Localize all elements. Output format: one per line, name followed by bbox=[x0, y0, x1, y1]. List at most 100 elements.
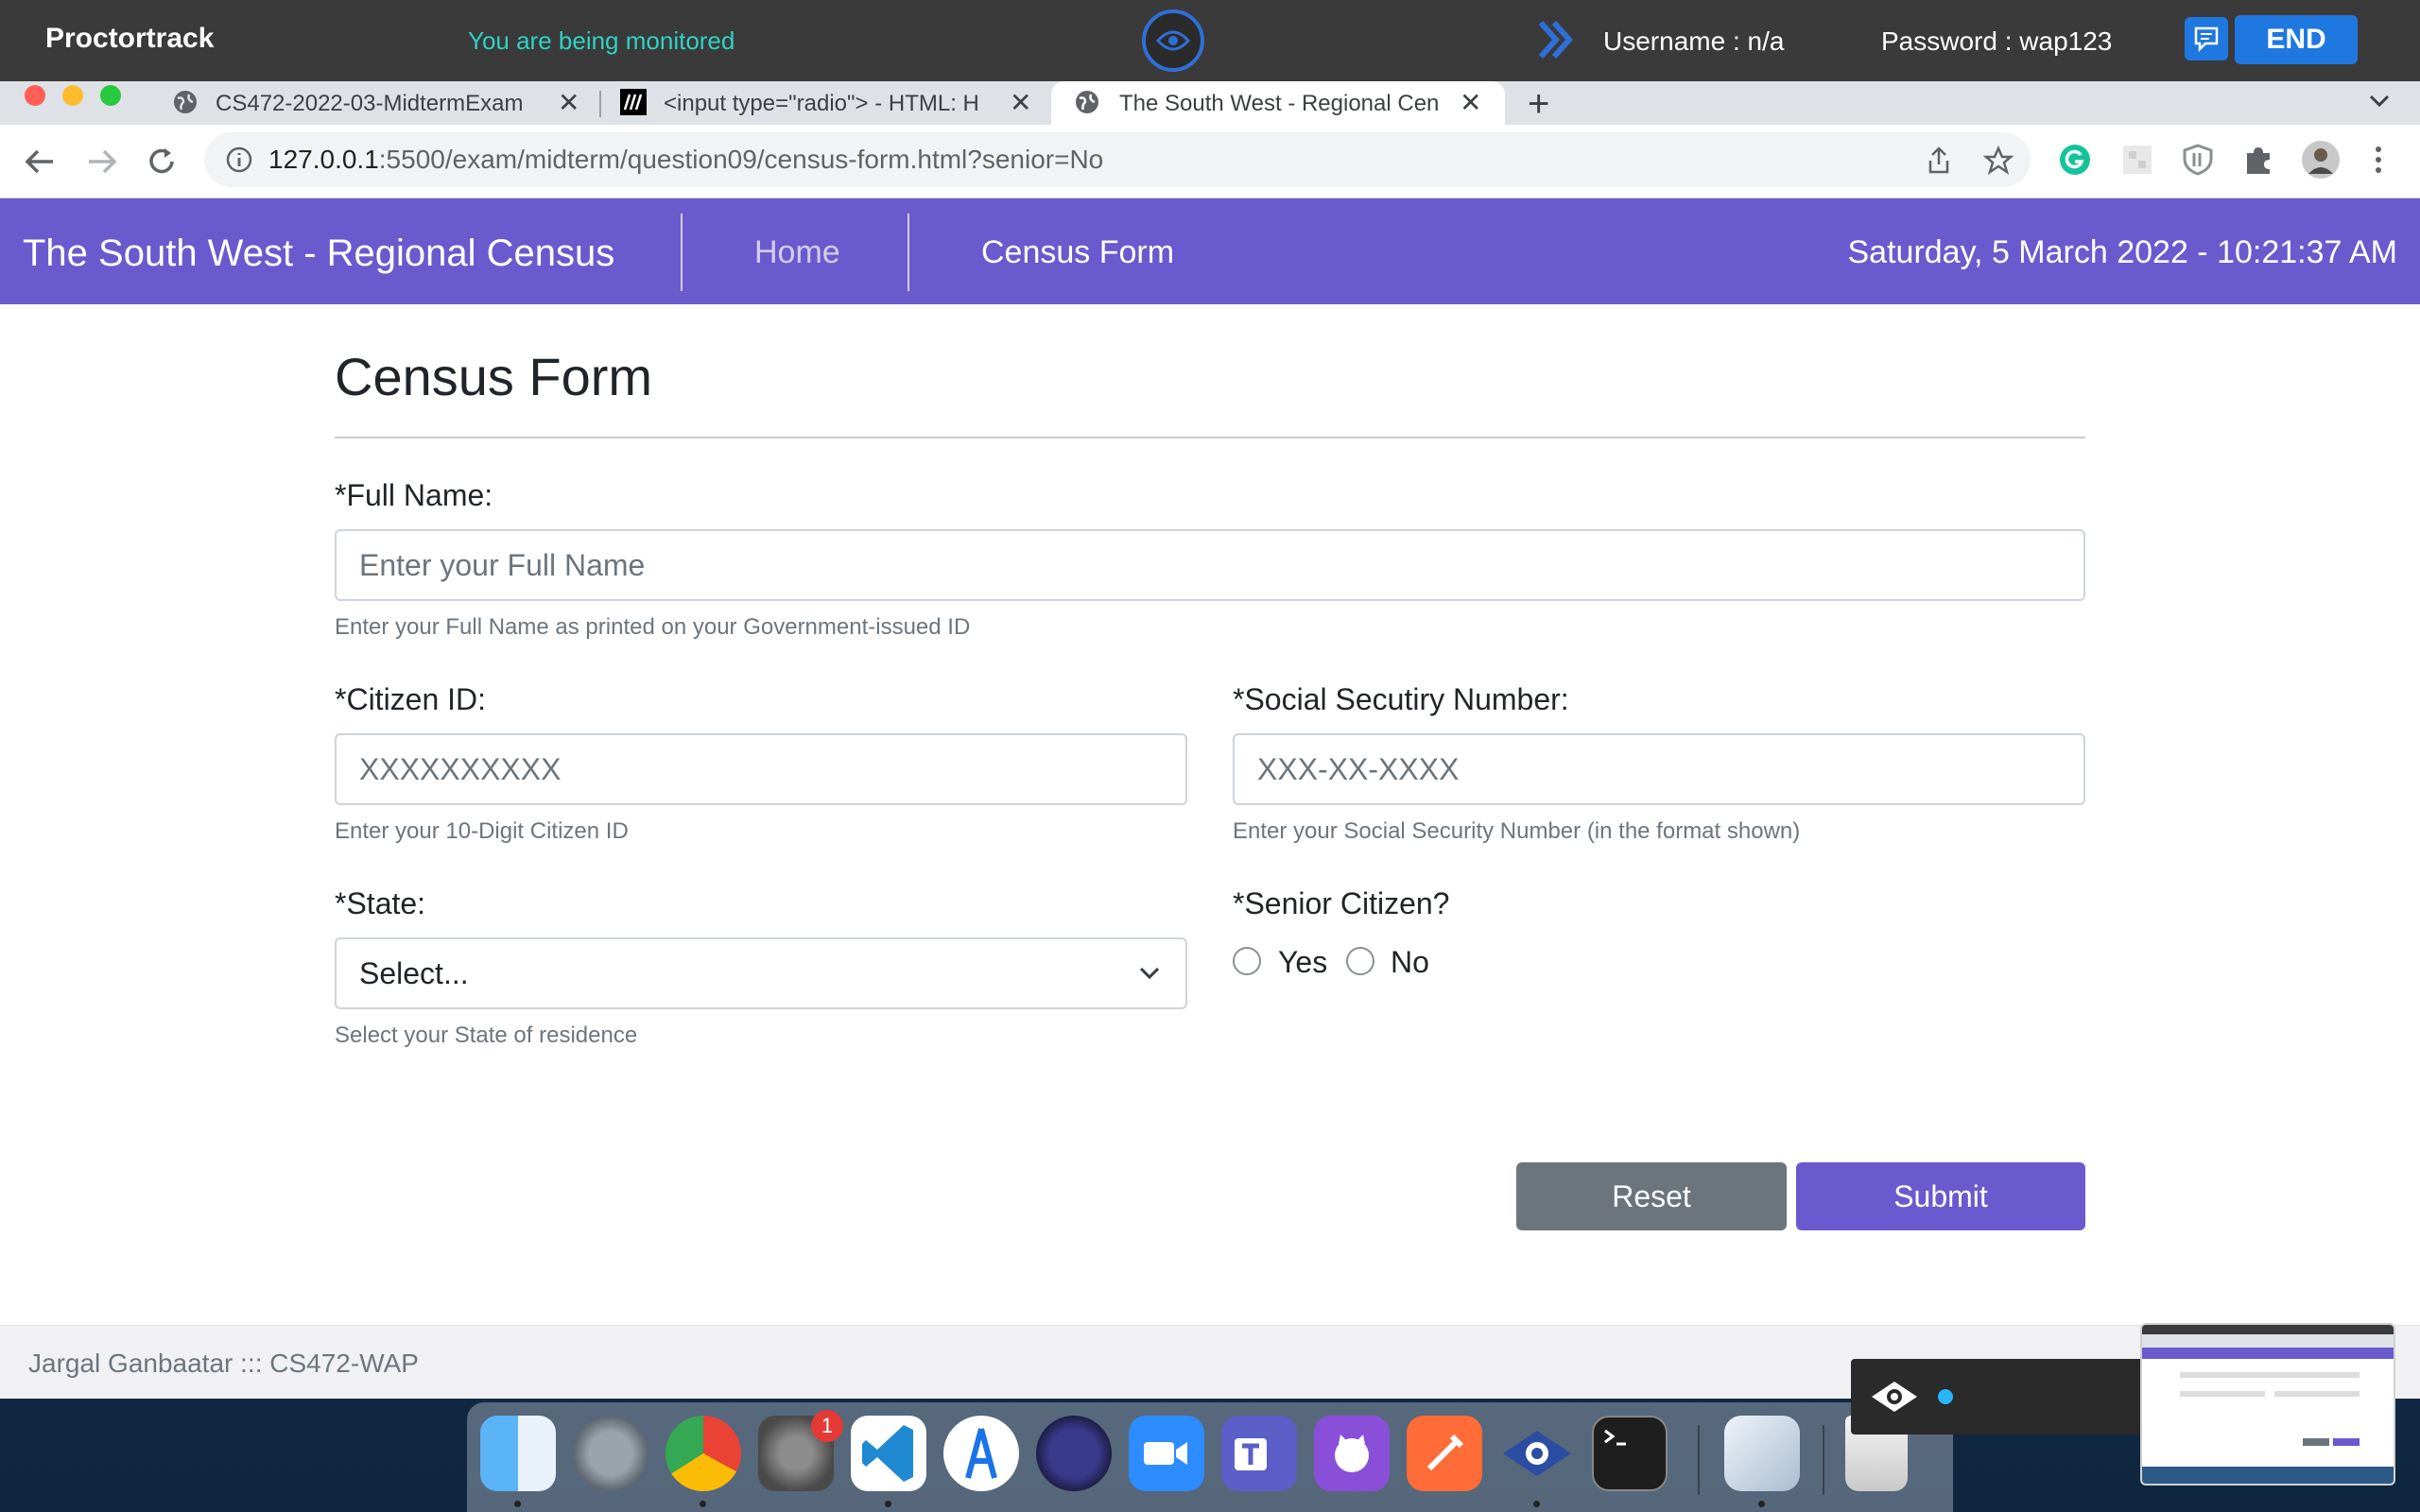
zoom-icon[interactable] bbox=[1129, 1416, 1204, 1491]
proctortrack-brand: Proctortrack bbox=[45, 23, 215, 54]
android-studio-logo-icon bbox=[965, 1428, 997, 1479]
thumbnail-field bbox=[2180, 1391, 2265, 1397]
zoom-window-button[interactable] bbox=[100, 85, 121, 106]
tab-strip: CS472-2022-03-MidtermExam ✕ <input type=… bbox=[0, 81, 2420, 125]
running-indicator bbox=[1533, 1501, 1540, 1507]
chevron-down-icon bbox=[1139, 967, 1160, 980]
site-title[interactable]: The South West - Regional Census bbox=[23, 232, 614, 275]
chrome-icon[interactable] bbox=[666, 1416, 741, 1491]
new-tab-button[interactable]: + bbox=[1528, 83, 1549, 126]
eclipse-icon[interactable] bbox=[1036, 1416, 1112, 1491]
senior-no-label[interactable]: No bbox=[1391, 945, 1429, 980]
thumbnail-browser-chrome bbox=[2142, 1334, 2394, 1348]
citizen-id-label: *Citizen ID: bbox=[335, 682, 487, 716]
launchpad-icon[interactable] bbox=[573, 1416, 648, 1491]
running-indicator bbox=[514, 1501, 521, 1507]
back-icon[interactable] bbox=[23, 146, 57, 178]
grammarly-icon[interactable] bbox=[2059, 144, 2091, 176]
nav-divider bbox=[908, 214, 909, 291]
thumbnail-field bbox=[2274, 1391, 2360, 1397]
forward-icon[interactable] bbox=[85, 146, 119, 178]
senior-yes-label[interactable]: Yes bbox=[1278, 945, 1327, 980]
reset-button[interactable]: Reset bbox=[1516, 1162, 1787, 1230]
senior-no-radio[interactable] bbox=[1346, 947, 1374, 975]
tab-mdn-radio[interactable]: <input type="radio"> - HTML: H ✕ bbox=[620, 81, 1036, 125]
close-tab-icon[interactable]: ✕ bbox=[558, 87, 579, 118]
bookmark-star-icon[interactable] bbox=[1983, 146, 2014, 176]
thumbnail-submit bbox=[2333, 1438, 2360, 1446]
thumbnail-reset bbox=[2303, 1438, 2329, 1446]
recording-dot-icon bbox=[1938, 1389, 1953, 1404]
shield-icon[interactable] bbox=[2182, 144, 2214, 176]
vscode-icon[interactable] bbox=[851, 1416, 926, 1491]
tab-search-chevron-icon[interactable] bbox=[2365, 87, 2394, 115]
profile-avatar-icon[interactable] bbox=[2301, 140, 2341, 180]
proctor-chat-button[interactable] bbox=[2185, 17, 2228, 60]
citizen-id-field[interactable] bbox=[335, 733, 1187, 805]
terminal-prompt-icon bbox=[1604, 1429, 1626, 1446]
reload-icon[interactable] bbox=[146, 146, 178, 178]
state-select[interactable]: Select... bbox=[335, 937, 1187, 1009]
extension-grid-icon[interactable] bbox=[2121, 144, 2153, 176]
minimize-window-button[interactable] bbox=[62, 85, 83, 106]
url-host: 127.0.0.1 bbox=[268, 145, 379, 174]
senior-label: *Senior Citizen? bbox=[1233, 886, 1450, 920]
ssn-help: Enter your Social Security Number (in th… bbox=[1233, 818, 1801, 844]
footer-text: Jargal Ganbaatar ::: CS472-WAP bbox=[28, 1349, 419, 1378]
fullname-field[interactable] bbox=[335, 529, 2085, 601]
submit-button[interactable]: Submit bbox=[1796, 1162, 2085, 1230]
terminal-icon[interactable] bbox=[1592, 1416, 1668, 1491]
ssn-label: *Social Secutiry Number: bbox=[1233, 682, 1569, 716]
site-info-icon[interactable] bbox=[225, 146, 253, 174]
proctortrack-eye-icon bbox=[1503, 1431, 1571, 1476]
globe-icon bbox=[1076, 91, 1098, 113]
address-bar: 127.0.0.1:5500/exam/midterm/question09/c… bbox=[0, 125, 2420, 198]
close-window-button[interactable] bbox=[25, 85, 45, 106]
teams-logo-icon bbox=[1235, 1438, 1267, 1470]
running-indicator bbox=[885, 1501, 891, 1507]
nav-divider bbox=[681, 214, 683, 291]
github-desktop-icon[interactable] bbox=[1314, 1416, 1390, 1491]
title-divider bbox=[335, 437, 2085, 438]
ssn-input[interactable] bbox=[1257, 735, 2049, 803]
citizen-id-input[interactable] bbox=[359, 735, 1151, 803]
ssn-field[interactable] bbox=[1233, 733, 2085, 805]
url-path: :5500/exam/midterm/question09/census-for… bbox=[378, 145, 1104, 174]
tab-midterm-exam[interactable]: CS472-2022-03-MidtermExam ✕ bbox=[172, 81, 588, 125]
double-chevron-icon bbox=[1537, 19, 1575, 65]
state-selected-value: Select... bbox=[359, 956, 469, 990]
share-icon[interactable] bbox=[1925, 146, 1953, 176]
tab-census-form[interactable]: The South West - Regional Cen ✕ bbox=[1051, 81, 1505, 125]
close-tab-icon[interactable]: ✕ bbox=[1460, 87, 1481, 118]
vscode-logo-icon bbox=[862, 1425, 913, 1482]
nav-link-home[interactable]: Home bbox=[754, 234, 840, 271]
running-indicator bbox=[700, 1501, 706, 1507]
finder-icon[interactable] bbox=[480, 1416, 556, 1491]
teams-icon[interactable] bbox=[1221, 1416, 1297, 1491]
android-studio-icon[interactable] bbox=[943, 1416, 1019, 1491]
app-navbar: The South West - Regional Census Home Ce… bbox=[0, 198, 2420, 304]
zoom-camera-icon bbox=[1144, 1442, 1187, 1465]
extensions-puzzle-icon[interactable] bbox=[2242, 144, 2274, 176]
globe-icon bbox=[174, 91, 197, 113]
senior-yes-radio[interactable] bbox=[1233, 947, 1261, 975]
screenshot-thumbnail[interactable] bbox=[2140, 1323, 2395, 1486]
state-label: *State: bbox=[335, 886, 426, 920]
kebab-menu-icon[interactable] bbox=[2367, 144, 2390, 176]
tab-separator bbox=[599, 91, 601, 117]
postman-icon[interactable] bbox=[1407, 1416, 1482, 1491]
proctor-password: Password : wap123 bbox=[1881, 26, 2113, 56]
end-exam-button[interactable]: END bbox=[2235, 15, 2358, 64]
fullname-help: Enter your Full Name as printed on your … bbox=[335, 614, 971, 640]
thumbnail-navbar bbox=[2142, 1348, 2394, 1359]
close-tab-icon[interactable]: ✕ bbox=[1010, 87, 1031, 118]
url-omnibox[interactable]: 127.0.0.1:5500/exam/midterm/question09/c… bbox=[204, 132, 2031, 187]
github-cat-icon bbox=[1335, 1435, 1369, 1472]
url-text: 127.0.0.1:5500/exam/midterm/question09/c… bbox=[268, 145, 1103, 175]
fullname-input[interactable] bbox=[359, 531, 2049, 599]
proctortrack-icon[interactable] bbox=[1499, 1416, 1575, 1491]
citizen-id-help: Enter your 10-Digit Citizen ID bbox=[335, 818, 629, 844]
running-indicator bbox=[1758, 1501, 1765, 1507]
nav-link-census-form[interactable]: Census Form bbox=[981, 234, 1174, 271]
xcode-icon[interactable] bbox=[1724, 1416, 1800, 1491]
